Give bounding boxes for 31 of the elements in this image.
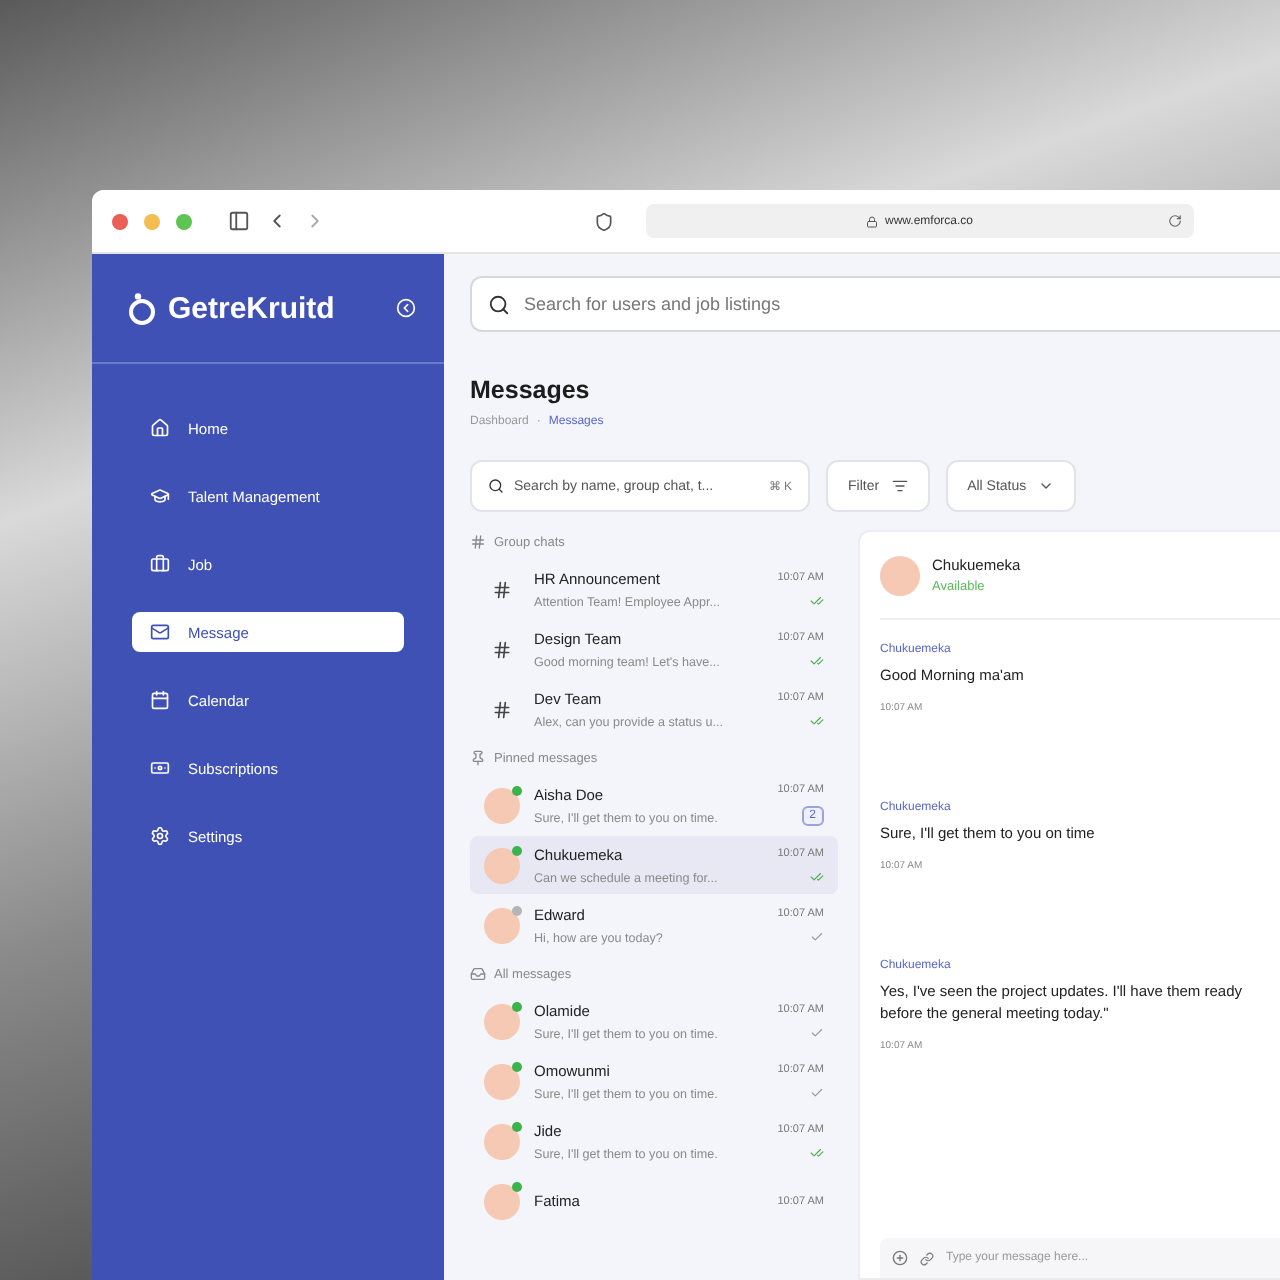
filter-icon — [891, 478, 908, 494]
sidebar-toggle-icon[interactable] — [228, 210, 250, 232]
page-title: Messages — [470, 376, 592, 404]
home-icon — [150, 418, 170, 438]
maximize-icon[interactable] — [176, 213, 192, 229]
hash-icon — [492, 579, 512, 599]
lock-icon — [866, 215, 879, 227]
banknote-icon — [150, 758, 170, 778]
reload-icon[interactable] — [1168, 214, 1182, 228]
logo-icon — [128, 291, 156, 325]
collapse-icon[interactable] — [396, 298, 416, 318]
brand-name: GetreKruitd — [168, 291, 337, 325]
search-icon — [488, 293, 510, 315]
pin-icon — [470, 750, 486, 766]
graduation-cap-icon — [150, 486, 170, 506]
inbox-icon — [470, 966, 486, 982]
hash-icon — [492, 639, 512, 659]
shield-icon[interactable] — [594, 211, 614, 231]
search-icon — [488, 478, 504, 494]
add-icon[interactable] — [892, 1250, 908, 1266]
search-field[interactable]: Search for users and job listings — [470, 276, 1280, 332]
caret-icon — [1038, 478, 1055, 494]
hash-icon — [492, 699, 512, 719]
close-icon[interactable] — [112, 213, 128, 229]
link-icon[interactable] — [920, 1251, 934, 1265]
briefcase-icon — [150, 554, 170, 574]
mail-icon — [150, 622, 170, 642]
calendar-icon — [150, 690, 170, 710]
hash-icon — [470, 534, 486, 550]
avatar — [880, 555, 920, 595]
settings-icon — [150, 826, 170, 846]
